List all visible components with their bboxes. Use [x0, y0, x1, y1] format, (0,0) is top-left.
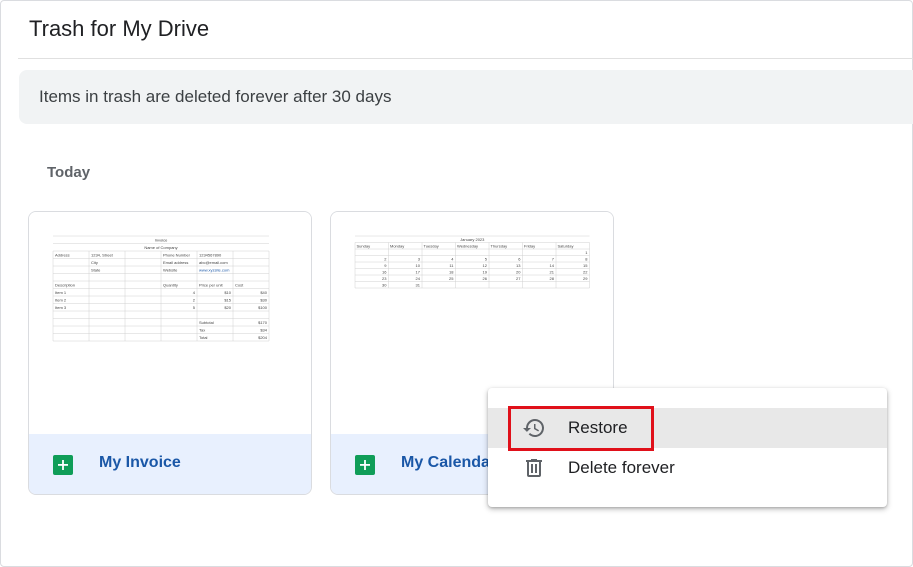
file-name: My Calenda: [401, 454, 490, 471]
preview-text: $20: [224, 305, 231, 310]
restore-highlight-box: [508, 406, 654, 451]
preview-text: 12: [483, 263, 488, 268]
section-heading-today: Today: [47, 164, 91, 181]
preview-text: $100: [258, 305, 268, 310]
trash-info-banner: Items in trash are deleted forever after…: [19, 70, 913, 124]
preview-text: Quantity: [163, 283, 178, 288]
preview-text: 22: [583, 270, 588, 275]
preview-text: 8: [585, 257, 588, 262]
preview-text: 5: [485, 257, 488, 262]
preview-text: 2: [384, 257, 387, 262]
preview-text: 1: [585, 250, 588, 255]
preview-text: Wednesday: [457, 244, 478, 249]
trash-icon: [522, 456, 546, 480]
preview-text: 14: [550, 263, 555, 268]
preview-text: Cost: [235, 283, 244, 288]
google-sheets-icon: [355, 455, 375, 475]
preview-text: Website: [163, 268, 178, 273]
preview-text: Tax: [199, 328, 205, 333]
file-name: My Invoice: [99, 454, 181, 471]
preview-text: Invoice: [155, 238, 168, 243]
preview-text: 6: [518, 257, 521, 262]
menu-item-label: Delete forever: [568, 458, 675, 477]
preview-text: $15: [224, 298, 231, 303]
preview-text: 30: [382, 283, 387, 288]
preview-text: 28: [550, 276, 555, 281]
preview-text: www.xyzsite.com: [199, 268, 230, 273]
preview-text: 4: [193, 290, 196, 295]
preview-text: $204: [258, 335, 268, 340]
preview-text: 15: [583, 263, 588, 268]
preview-text: 26: [483, 276, 488, 281]
preview-text: Tuesday: [424, 244, 439, 249]
preview-text: Sunday: [357, 244, 371, 249]
preview-text: 9: [384, 263, 387, 268]
preview-text: 13: [516, 263, 521, 268]
preview-text: 10: [416, 263, 421, 268]
preview-text: 25: [449, 276, 454, 281]
preview-text: January 2023: [460, 237, 485, 242]
file-thumbnail: Invoice Name of Company Address 1234, Stree…: [29, 212, 311, 434]
preview-text: Price per unit: [199, 283, 223, 288]
preview-text: Friday: [524, 244, 535, 249]
banner-text: Items in trash are deleted forever after…: [39, 87, 392, 106]
preview-text: Saturday: [558, 244, 574, 249]
preview-text: City: [91, 260, 98, 265]
preview-text: Address: [55, 253, 70, 258]
preview-text: State: [91, 268, 101, 273]
preview-text: 21: [550, 270, 555, 275]
file-card-my-invoice[interactable]: Invoice Name of Company Address 1234, Stree…: [28, 211, 312, 495]
preview-text: 19: [483, 270, 488, 275]
preview-text: $34: [260, 328, 267, 333]
preview-text: 20: [516, 270, 521, 275]
preview-text: 31: [416, 283, 421, 288]
preview-text: Email address: [163, 260, 188, 265]
preview-text: 29: [583, 276, 588, 281]
preview-text: Phone Number: [163, 253, 191, 258]
preview-text: 24: [416, 276, 421, 281]
preview-text: 7: [552, 257, 555, 262]
preview-text: 1234567890: [199, 253, 222, 258]
preview-text: Name of Company: [144, 245, 177, 250]
preview-text: Thursday: [491, 244, 508, 249]
preview-text: 5: [193, 305, 196, 310]
preview-text: 4: [451, 257, 454, 262]
preview-text: $170: [258, 320, 268, 325]
preview-text: $30: [260, 298, 267, 303]
preview-text: Monday: [390, 244, 404, 249]
preview-text: 11: [449, 263, 454, 268]
preview-text: 1234, Street: [91, 253, 114, 258]
file-card-footer[interactable]: My Invoice: [29, 434, 311, 494]
preview-text: abc@email.com: [199, 260, 228, 265]
google-sheets-icon: [53, 455, 73, 475]
preview-text: $10: [224, 290, 231, 295]
menu-item-delete-forever[interactable]: Delete forever: [488, 448, 887, 488]
preview-text: $40: [260, 290, 267, 295]
preview-text: 27: [516, 276, 521, 281]
preview-text: 17: [416, 270, 421, 275]
preview-text: Description: [55, 283, 75, 288]
preview-text: 3: [418, 257, 421, 262]
invoice-preview: Invoice Name of Company Address 1234, Stree…: [52, 235, 270, 342]
preview-text: 16: [382, 270, 387, 275]
preview-text: 2: [193, 298, 196, 303]
preview-text: Total: [199, 335, 208, 340]
preview-text: Item 3: [55, 305, 67, 310]
title-divider: [18, 58, 913, 59]
preview-text: 23: [382, 276, 387, 281]
preview-text: Item 1: [55, 290, 67, 295]
page-title: Trash for My Drive: [29, 16, 210, 41]
preview-text: Subtotal: [199, 320, 214, 325]
preview-text: 18: [449, 270, 454, 275]
preview-text: Item 2: [55, 298, 67, 303]
